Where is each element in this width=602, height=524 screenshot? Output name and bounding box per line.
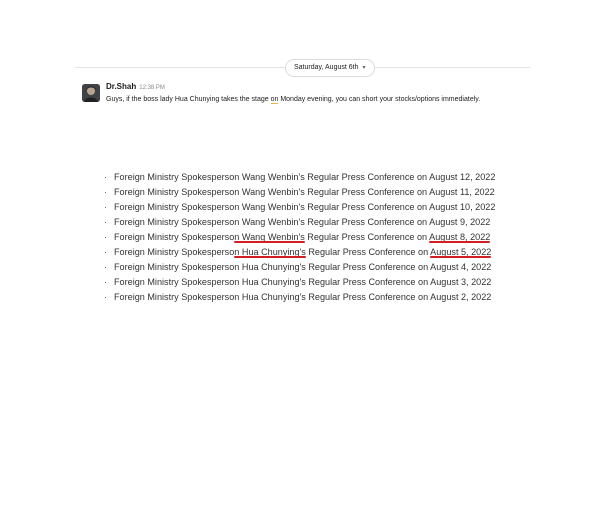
list-item-text: Foreign Ministry Spokesperso xyxy=(114,292,235,302)
list-item-text: Foreign Ministry Spokesperso xyxy=(114,232,235,242)
list-item-spokesperson: n Wang Wenbin's xyxy=(234,202,305,212)
list-bullet: · xyxy=(104,202,108,212)
list-item-date: August 4, 2022 xyxy=(430,262,492,272)
list-item-text: Regular Press Conference on xyxy=(304,217,430,227)
message-timestamp[interactable]: 12:38 PM xyxy=(139,85,165,91)
list-bullet: · xyxy=(104,247,108,257)
list-item-spokesperson: n Wang Wenbin's xyxy=(234,172,305,182)
list-item-spokesperson: n Wang Wenbin's xyxy=(234,217,305,227)
day-divider-label: Saturday, August 6th xyxy=(294,64,359,71)
list-item[interactable]: · Foreign Ministry Spokesperson Hua Chuny… xyxy=(104,245,544,260)
day-divider-button[interactable]: Saturday, August 6th ▾ xyxy=(285,59,375,77)
message: Dr.Shah 12:38 PM Guys, if the boss lady H… xyxy=(106,82,546,105)
red-underline-mark xyxy=(430,256,492,258)
message-text-part: Monday evening, you can short your stock… xyxy=(278,96,481,103)
list-item-spokesperson: n Hua Chunying's xyxy=(234,277,306,287)
list-item[interactable]: · Foreign Ministry Spokesperson Wang Wenb… xyxy=(104,185,544,200)
list-item[interactable]: · Foreign Ministry Spokesperson Wang Wenb… xyxy=(104,200,544,215)
list-bullet: · xyxy=(104,232,108,242)
list-item-text: Foreign Ministry Spokesperso xyxy=(114,187,235,197)
list-item[interactable]: · Foreign Ministry Spokesperson Wang Wenb… xyxy=(104,170,544,185)
list-item-text: Regular Press Conference on xyxy=(305,247,431,257)
list-item[interactable]: · Foreign Ministry Spokesperson Hua Chuny… xyxy=(104,260,544,275)
message-header: Dr.Shah 12:38 PM xyxy=(106,82,546,93)
list-item-text: Regular Press Conference on xyxy=(305,277,431,287)
red-underline-mark xyxy=(234,241,305,243)
list-item-text: Regular Press Conference on xyxy=(304,202,430,212)
list-item-text: Regular Press Conference on xyxy=(304,172,430,182)
chevron-down-icon: ▾ xyxy=(362,65,366,71)
list-bullet: · xyxy=(104,217,108,227)
list-item[interactable]: · Foreign Ministry Spokesperson Wang Wenb… xyxy=(104,215,544,230)
avatar[interactable] xyxy=(82,84,100,102)
message-text-part: Guys, if the boss lady Hua Chunying take… xyxy=(106,96,271,103)
list-item-text: Foreign Ministry Spokesperso xyxy=(114,172,235,182)
list-bullet: · xyxy=(104,277,108,287)
list-item-date: August 2, 2022 xyxy=(430,292,492,302)
list-item-text: Regular Press Conference on xyxy=(305,262,431,272)
list-item-text: Foreign Ministry Spokesperso xyxy=(114,262,235,272)
list-bullet: · xyxy=(104,262,108,272)
red-underline-mark xyxy=(234,256,306,258)
list-item-text: Regular Press Conference on xyxy=(304,232,430,242)
press-conference-list: · Foreign Ministry Spokesperson Wang Wenb… xyxy=(104,170,544,305)
list-item[interactable]: · Foreign Ministry Spokesperson Hua Chuny… xyxy=(104,290,544,305)
red-underline-mark xyxy=(429,241,491,243)
list-item-spokesperson: n Wang Wenbin's xyxy=(234,187,305,197)
list-item-text: Foreign Ministry Spokesperso xyxy=(114,247,235,257)
list-item-date: August 9, 2022 xyxy=(429,217,491,227)
list-item-text: Regular Press Conference on xyxy=(304,187,430,197)
list-item-text: Regular Press Conference on xyxy=(305,292,431,302)
list-item-date: August 12, 2022 xyxy=(429,172,496,182)
message-text: Guys, if the boss lady Hua Chunying take… xyxy=(106,95,546,105)
list-item[interactable]: · Foreign Ministry Spokesperson Wang Wenb… xyxy=(104,230,544,245)
list-item-spokesperson: n Hua Chunying's xyxy=(234,292,306,302)
list-item-text: Foreign Ministry Spokesperso xyxy=(114,277,235,287)
list-item-text: Foreign Ministry Spokesperso xyxy=(114,217,235,227)
message-author[interactable]: Dr.Shah xyxy=(106,82,136,91)
list-item-date: August 11, 2022 xyxy=(429,187,495,197)
list-item-date: August 3, 2022 xyxy=(430,277,492,287)
list-bullet: · xyxy=(104,292,108,302)
list-bullet: · xyxy=(104,172,108,182)
list-item-text: Foreign Ministry Spokesperso xyxy=(114,202,235,212)
list-item-date: August 10, 2022 xyxy=(429,202,496,212)
list-bullet: · xyxy=(104,187,108,197)
list-item[interactable]: · Foreign Ministry Spokesperson Hua Chuny… xyxy=(104,275,544,290)
list-item-spokesperson: n Hua Chunying's xyxy=(234,262,306,272)
